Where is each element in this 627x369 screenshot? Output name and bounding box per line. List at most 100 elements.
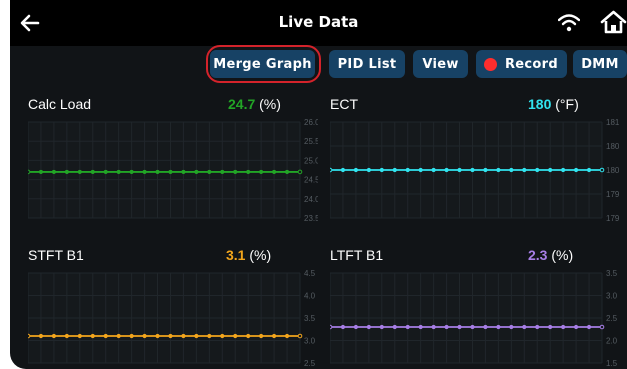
data-point <box>64 169 69 175</box>
data-point <box>548 324 553 330</box>
panel-value: 3.1 (%) <box>226 247 271 263</box>
value-number: 3.1 <box>226 247 246 263</box>
y-tick-label: 2.5 <box>606 314 618 323</box>
pid-list-button[interactable]: PID List <box>329 50 405 78</box>
data-point <box>207 169 212 175</box>
panel-value: 180 (°F) <box>528 96 579 112</box>
data-point <box>330 324 333 330</box>
y-tick-label: 24.5 <box>304 176 318 185</box>
plot-area <box>28 122 300 218</box>
data-point <box>418 167 423 173</box>
y-tick-label: 23.5 <box>304 214 318 222</box>
y-tick-label: 1.5 <box>606 359 618 367</box>
data-point <box>496 167 501 173</box>
value-number: 24.7 <box>228 96 256 112</box>
data-point <box>90 333 95 339</box>
data-point <box>38 169 44 175</box>
data-point <box>405 324 410 330</box>
panel-label: STFT B1 <box>28 247 84 263</box>
home-icon[interactable] <box>600 10 627 34</box>
data-point <box>431 167 436 173</box>
dmm-button[interactable]: DMM <box>573 50 627 78</box>
data-point <box>77 169 82 175</box>
data-point <box>259 169 264 175</box>
panel-label: Calc Load <box>28 96 92 112</box>
y-tick-label: 180.5 <box>606 142 620 151</box>
data-point <box>297 169 303 175</box>
graph-panel-ect[interactable]: ECT 180 (°F) 181.0 180.5 180.0 179.5 179.0 <box>330 96 620 224</box>
data-point <box>233 169 238 175</box>
graph-panel-ltft-b1[interactable]: LTFT B1 2.3 (%) 3.5 3.0 2.5 2.0 1.5 <box>330 247 620 369</box>
y-tick-label: 25.5 <box>304 137 318 146</box>
data-point <box>271 169 277 175</box>
data-point <box>51 333 57 339</box>
data-point <box>353 324 359 330</box>
value-number: 2.3 <box>528 247 548 263</box>
wifi-icon <box>558 14 580 32</box>
graph-panel-calc-load[interactable]: Calc Load 24.7 (%) 26.0 25.5 25.0 24.5 24.0 2… <box>28 96 318 224</box>
data-point <box>142 333 147 339</box>
data-point <box>392 167 397 173</box>
data-point <box>142 169 147 175</box>
y-tick-label: 4.5 <box>304 269 316 278</box>
data-point <box>129 169 134 175</box>
value-unit: (%) <box>259 96 281 112</box>
y-tick-label: 2.5 <box>304 359 316 367</box>
line-graph: 26.0 25.5 25.0 24.5 24.0 23.5 <box>28 118 318 222</box>
data-point <box>284 333 290 339</box>
data-point <box>38 333 44 339</box>
top-bar: Live Data <box>10 0 627 46</box>
graph-panel-stft-b1[interactable]: STFT B1 3.1 (%) 4.5 4.0 3.5 3.0 2.5 <box>28 247 318 369</box>
data-point <box>379 324 384 330</box>
data-point <box>129 333 134 339</box>
data-point <box>509 167 514 173</box>
data-point <box>392 324 397 330</box>
data-point <box>116 333 121 339</box>
panel-label: LTFT B1 <box>330 247 384 263</box>
data-point <box>353 167 359 173</box>
data-point <box>366 167 371 173</box>
data-point <box>379 167 384 173</box>
data-point <box>496 324 501 330</box>
y-tick-label: 3.0 <box>606 292 618 301</box>
data-point <box>457 167 462 173</box>
data-point <box>90 169 95 175</box>
y-tick-label: 3.5 <box>304 314 316 323</box>
record-button[interactable]: Record <box>476 50 567 78</box>
data-point <box>599 324 605 330</box>
data-point <box>522 167 527 173</box>
data-point <box>220 333 225 339</box>
value-unit: (%) <box>249 247 272 263</box>
data-point <box>470 324 475 330</box>
page-title: Live Data <box>278 13 359 31</box>
view-button[interactable]: View <box>413 50 468 78</box>
panel-label: ECT <box>330 96 358 112</box>
data-point <box>522 324 527 330</box>
merge-graph-button[interactable]: Merge Graph <box>210 50 315 78</box>
panel-value: 24.7 (%) <box>228 96 281 112</box>
data-point <box>181 333 186 339</box>
data-point <box>181 169 186 175</box>
data-point <box>28 333 31 339</box>
data-point <box>259 333 264 339</box>
data-point <box>418 324 423 330</box>
data-point <box>246 333 251 339</box>
data-point <box>340 167 346 173</box>
value-number: 180 <box>528 96 552 112</box>
data-point <box>194 169 199 175</box>
data-point <box>599 167 605 173</box>
y-tick-label: 3.0 <box>304 337 316 346</box>
data-point <box>561 324 566 330</box>
data-point <box>573 167 579 173</box>
data-point <box>103 333 108 339</box>
data-point <box>207 333 212 339</box>
data-point <box>535 324 540 330</box>
data-point <box>155 333 160 339</box>
data-point <box>561 167 566 173</box>
data-point <box>168 169 173 175</box>
data-point <box>233 333 238 339</box>
data-point <box>271 333 277 339</box>
line-graph: 181.0 180.5 180.0 179.5 179.0 <box>330 118 620 222</box>
data-point <box>366 324 371 330</box>
y-tick-label: 179.0 <box>606 214 620 222</box>
